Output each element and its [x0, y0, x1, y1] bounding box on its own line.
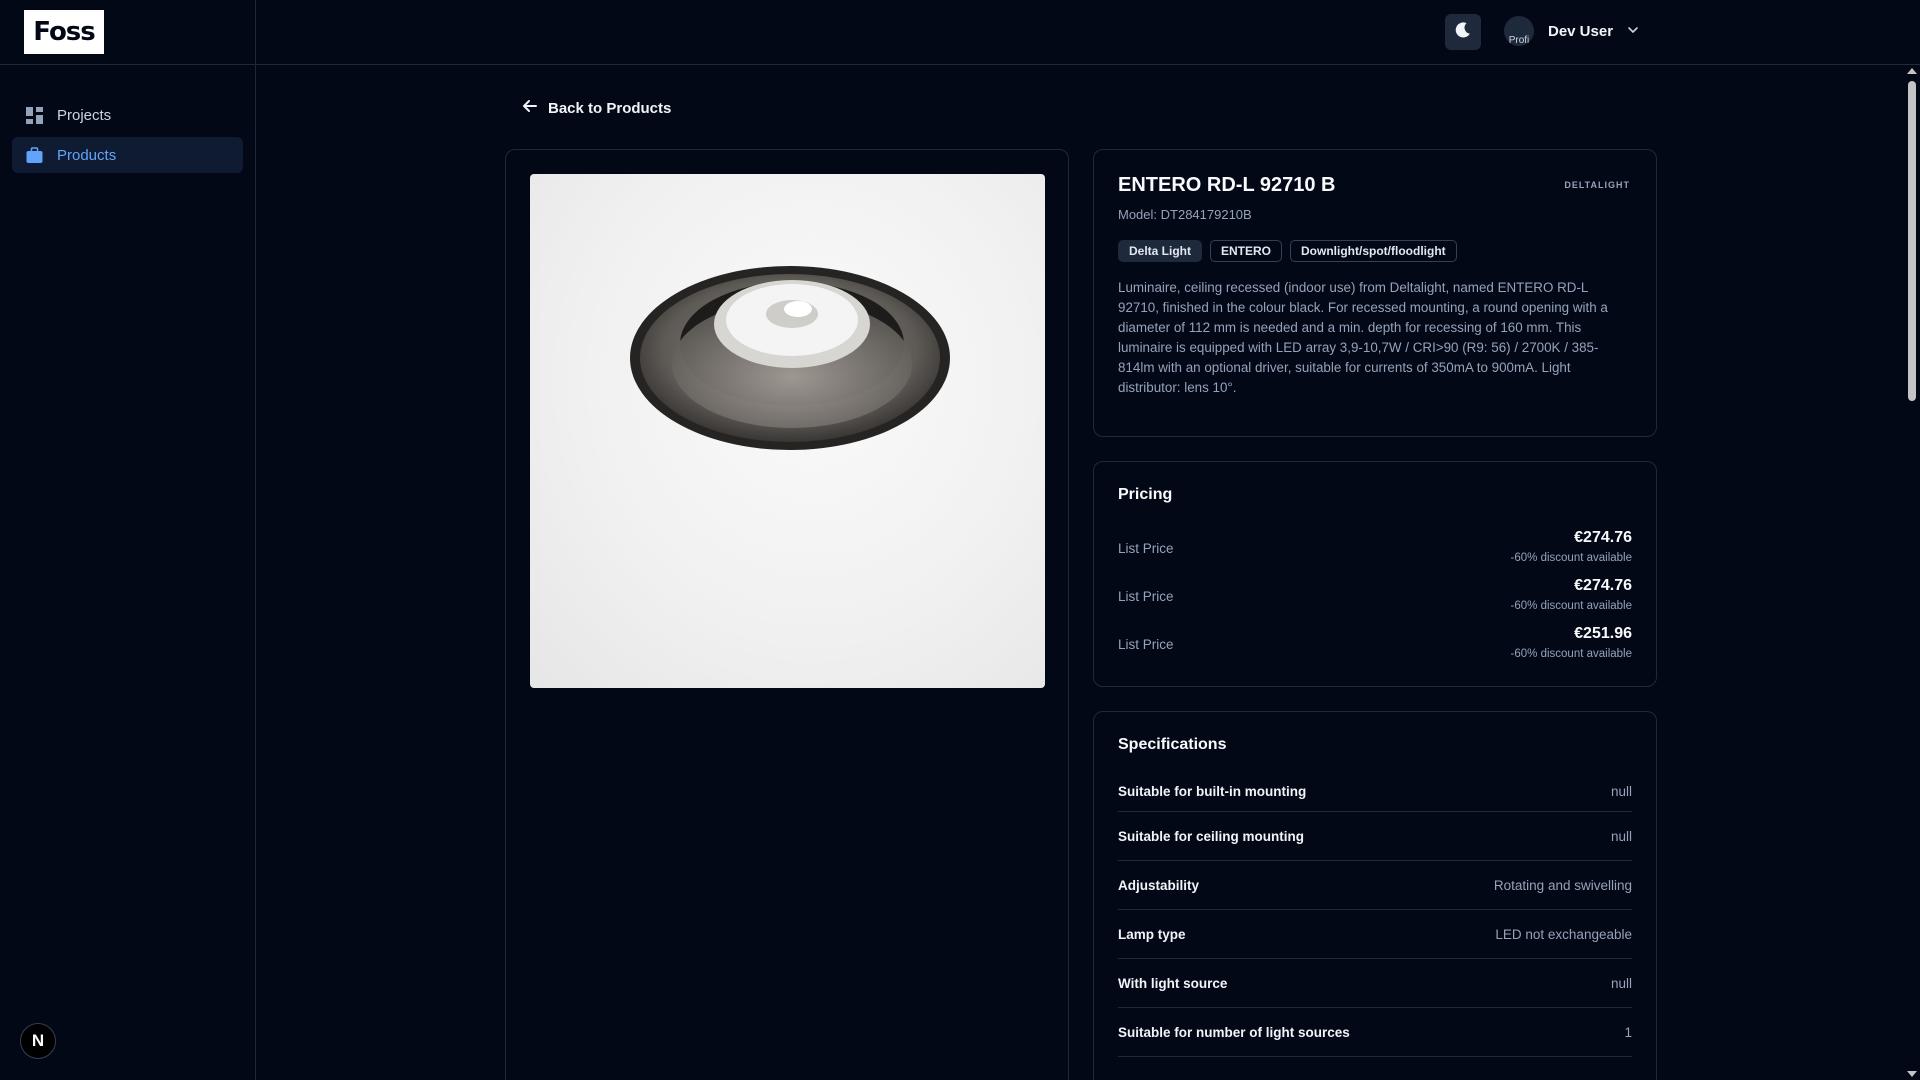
spec-row: Lamp type LED not exchangeable: [1118, 910, 1632, 959]
top-header: [256, 0, 1920, 65]
brand-logo: DELTALIGHT: [1564, 180, 1630, 190]
spec-label: Suitable for ceiling mounting: [1118, 828, 1305, 844]
price-value: €251.96: [1574, 625, 1632, 642]
spec-value: LED not exchangeable: [1495, 926, 1632, 942]
app-logo[interactable]: Foss: [24, 10, 104, 54]
moon-icon: [1454, 21, 1472, 44]
sidebar-item-label: Products: [57, 146, 117, 164]
spec-label: Adjustability: [1118, 877, 1200, 893]
logo-row: Foss: [0, 0, 255, 65]
sidebar: Foss Projects Products: [0, 0, 256, 1080]
tag-brand: Delta Light: [1118, 240, 1202, 262]
product-tags: Delta Light ENTERO Downlight/spot/floodl…: [1118, 240, 1632, 262]
downlight-illustration: [630, 266, 950, 450]
product-model: Model: DT284179210B: [1118, 207, 1252, 222]
dev-tools-badge[interactable]: N: [20, 1023, 56, 1059]
back-to-products-link[interactable]: Back to Products: [522, 98, 671, 118]
price-row: List Price €251.96 -60% discount availab…: [1118, 620, 1632, 668]
product-image: [530, 174, 1045, 688]
spec-list: Suitable for built-in mounting null Suit…: [1118, 772, 1632, 1057]
user-name[interactable]: Dev User: [1548, 23, 1613, 40]
spec-value: null: [1610, 975, 1632, 991]
product-image-card: [505, 149, 1069, 1080]
price-value: €274.76: [1574, 529, 1632, 546]
briefcase-icon: [26, 146, 43, 164]
tag-family: ENTERO: [1210, 240, 1283, 262]
back-link-label: Back to Products: [548, 99, 672, 117]
price-value: €274.76: [1574, 577, 1632, 594]
scroll-down-arrow-icon[interactable]: [1907, 1071, 1917, 1077]
scroll-thumb[interactable]: [1908, 81, 1916, 401]
product-description: Luminaire, ceiling recessed (indoor use)…: [1118, 280, 1608, 395]
price-label: List Price: [1118, 541, 1174, 556]
price-label: List Price: [1118, 637, 1174, 652]
sidebar-item-products[interactable]: Products: [12, 137, 243, 173]
price-list: List Price €274.76 -60% discount availab…: [1118, 524, 1632, 668]
spec-label: Lamp type: [1118, 926, 1186, 942]
spec-value: null: [1610, 828, 1632, 844]
arrow-left-icon: [522, 98, 538, 118]
product-title: ENTERO RD-L 92710 B: [1118, 174, 1336, 196]
spec-value: Rotating and swivelling: [1493, 877, 1632, 893]
spec-value: null: [1610, 784, 1632, 799]
spec-label: With light source: [1118, 975, 1228, 991]
spec-row: Suitable for built-in mounting null: [1118, 772, 1632, 812]
price-discount: -60% discount available: [1510, 600, 1632, 612]
chevron-down-icon[interactable]: [1626, 23, 1640, 37]
page-scrollbar[interactable]: [1904, 65, 1920, 1080]
pricing-title: Pricing: [1118, 486, 1173, 503]
sidebar-nav: Projects Products: [0, 65, 255, 173]
sidebar-item-label: Projects: [57, 106, 112, 124]
pricing-card: Pricing List Price €274.76 -60% discount…: [1093, 461, 1657, 687]
specifications-card: Specifications Suitable for built-in mou…: [1093, 711, 1657, 1080]
theme-toggle-button[interactable]: [1445, 14, 1481, 50]
specifications-title: Specifications: [1118, 736, 1227, 753]
grid-icon: [26, 106, 43, 124]
product-info-card: ENTERO RD-L 92710 B DELTALIGHT Model: DT…: [1093, 149, 1657, 437]
tag-category: Downlight/spot/floodlight: [1290, 240, 1457, 262]
price-label: List Price: [1118, 589, 1174, 604]
spec-label: Suitable for number of light sources: [1118, 1024, 1350, 1040]
spec-row: Suitable for number of light sources 1: [1118, 1008, 1632, 1057]
spec-row: With light source null: [1118, 959, 1632, 1008]
spec-row: Adjustability Rotating and swivelling: [1118, 861, 1632, 910]
price-discount: -60% discount available: [1510, 552, 1632, 564]
price-row: List Price €274.76 -60% discount availab…: [1118, 572, 1632, 620]
price-discount: -60% discount available: [1510, 648, 1632, 660]
spec-row: Suitable for ceiling mounting null: [1118, 812, 1632, 861]
price-row: List Price €274.76 -60% discount availab…: [1118, 524, 1632, 572]
avatar[interactable]: Profi: [1504, 16, 1534, 46]
scroll-up-arrow-icon[interactable]: [1907, 68, 1917, 74]
sidebar-item-projects[interactable]: Projects: [12, 97, 243, 133]
spec-value: 1: [1624, 1024, 1632, 1040]
spec-label: Suitable for built-in mounting: [1118, 784, 1307, 799]
